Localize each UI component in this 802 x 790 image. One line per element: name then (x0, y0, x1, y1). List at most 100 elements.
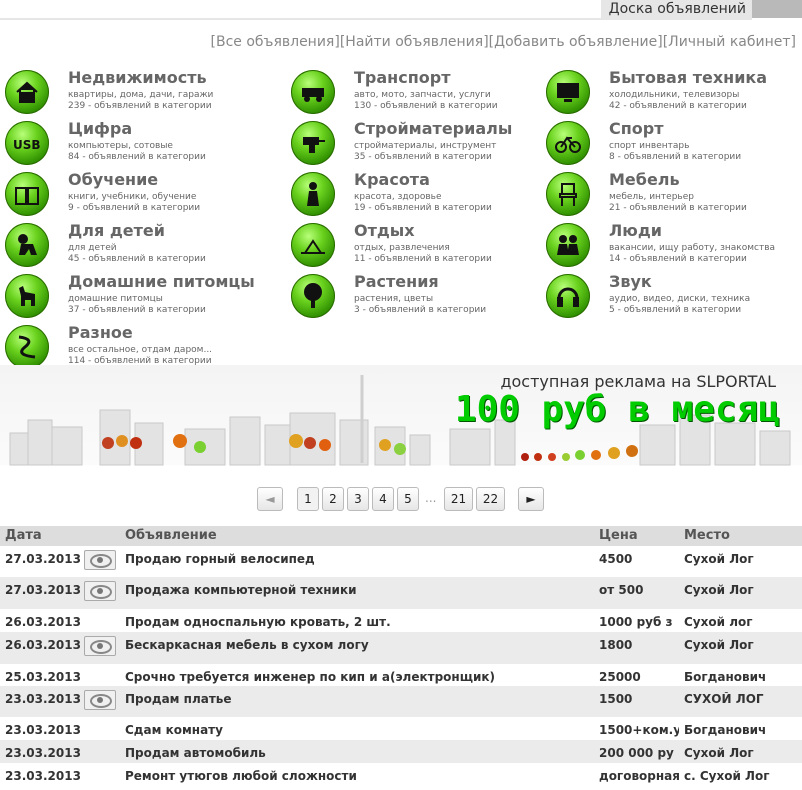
ad-title[interactable]: Продаю горный велосипед (125, 552, 595, 566)
header-price[interactable]: Цена (599, 528, 679, 543)
table-row[interactable]: 27.03.2013 Продаю горный велосипед 4500 Сух… (0, 546, 802, 577)
page-4[interactable]: 4 (372, 487, 394, 511)
category-description: квартиры, дома, дачи, гаражи (68, 90, 214, 100)
page-5[interactable]: 5 (397, 487, 419, 511)
baby-icon[interactable] (5, 223, 49, 267)
table-header: Дата Объявление Цена Место (0, 526, 802, 546)
ad-title[interactable]: Срочно требуется инженер по кип и а(элек… (125, 670, 595, 684)
headphones-icon[interactable] (546, 274, 590, 318)
ad-title[interactable]: Продам платье (125, 692, 595, 706)
table-row[interactable]: 23.03.2013 Ремонт утюгов любой сложности д… (0, 763, 802, 790)
ad-title[interactable]: Продажа компьютерной техники (125, 583, 595, 597)
category-name[interactable]: Разное (68, 323, 133, 342)
table-row[interactable]: 23.03.2013 Продам платье 1500 СУХОЙ ЛОГ (0, 686, 802, 717)
nav-add-ad[interactable]: [Добавить объявление] (489, 34, 663, 50)
category-name[interactable]: Красота (354, 170, 430, 189)
ad-date: 23.03.2013 (5, 723, 81, 737)
prev-page-button[interactable]: ◄ (257, 487, 283, 511)
top-bar: Доска объявлений (0, 0, 802, 20)
ad-date: 27.03.2013 (5, 583, 81, 597)
table-row[interactable]: 26.03.2013 Продам односпальную кровать, 2… (0, 609, 802, 632)
ad-place: Богданович (684, 670, 767, 684)
category-count: 5 - объявлений в категории (609, 305, 742, 315)
ad-title[interactable]: Ремонт утюгов любой сложности (125, 769, 595, 783)
category-description: спорт инвентарь (609, 141, 690, 151)
ad-place: Богданович (684, 723, 767, 737)
table-row[interactable]: 27.03.2013 Продажа компьютерной техники от… (0, 577, 802, 609)
page-22[interactable]: 22 (476, 487, 505, 511)
photo-eye-icon[interactable] (84, 636, 116, 656)
bicycle-icon[interactable] (546, 121, 590, 165)
category-name[interactable]: Мебель (609, 170, 680, 189)
ad-place: Сухой Лог (684, 583, 754, 597)
table-row[interactable]: 25.03.2013 Срочно требуется инженер по ки… (0, 664, 802, 686)
car-icon[interactable] (291, 70, 335, 114)
book-icon[interactable] (5, 172, 49, 216)
chair-icon[interactable] (546, 172, 590, 216)
category-description: красота, здоровье (354, 192, 442, 202)
nav-find-ads[interactable]: [Найти объявления] (340, 34, 489, 50)
category-name[interactable]: Стройматериалы (354, 119, 512, 138)
header-place[interactable]: Место (684, 528, 794, 543)
people-icon[interactable] (546, 223, 590, 267)
tv-icon[interactable] (546, 70, 590, 114)
photo-eye-icon[interactable] (84, 690, 116, 710)
nav-all-ads[interactable]: [Все объявления] (211, 34, 340, 50)
ad-place: Сухой Лог (684, 552, 754, 566)
ad-date: 23.03.2013 (5, 746, 81, 760)
table-row[interactable]: 23.03.2013 Продам автомобиль 200 000 ру Сух… (0, 740, 802, 763)
category-description: вакансии, ищу работу, знакомства (609, 243, 776, 253)
tree-icon[interactable] (291, 274, 335, 318)
beach-icon[interactable] (291, 223, 335, 267)
ad-title[interactable]: Сдам комнату (125, 723, 595, 737)
nav-cabinet[interactable]: [Личный кабинет] (663, 34, 796, 50)
house-icon[interactable] (5, 70, 49, 114)
woman-icon[interactable] (291, 172, 335, 216)
ad-place: Сухой Лог (684, 746, 754, 760)
page-21[interactable]: 21 (444, 487, 473, 511)
table-row[interactable]: 23.03.2013 Сдам комнату 1500+ком.у Богданов… (0, 717, 802, 740)
header-date[interactable]: Дата (5, 528, 85, 543)
category-count: 45 - объявлений в категории (68, 254, 206, 264)
page-3[interactable]: 3 (347, 487, 369, 511)
category-description: холодильники, телевизоры (609, 90, 740, 100)
category-name[interactable]: Цифра (68, 119, 132, 138)
category-name[interactable]: Для детей (68, 221, 165, 240)
category-name[interactable]: Звук (609, 272, 652, 291)
category-count: 8 - объявлений в категории (609, 152, 742, 162)
dog-icon[interactable] (5, 274, 49, 318)
usb-icon[interactable]: USB (5, 121, 49, 165)
ad-price: 200 000 ру (599, 746, 674, 760)
category-name[interactable]: Транспорт (354, 68, 450, 87)
category-name[interactable]: Спорт (609, 119, 664, 138)
ad-date: 26.03.2013 (5, 615, 81, 629)
drill-icon[interactable] (291, 121, 335, 165)
ads-table: Дата Объявление Цена Место 27.03.2013 Про… (0, 526, 802, 783)
category-count: 37 - объявлений в категории (68, 305, 206, 315)
category-name[interactable]: Растения (354, 272, 439, 291)
category-name[interactable]: Домашние питомцы (68, 272, 255, 291)
category-name[interactable]: Отдых (354, 221, 415, 240)
category-name[interactable]: Люди (609, 221, 662, 240)
category-name[interactable]: Недвижимость (68, 68, 207, 87)
category-description: компьютеры, сотовые (68, 141, 173, 151)
ad-banner[interactable]: доступная реклама на SLPORTAL 100 руб в … (0, 365, 802, 473)
ad-title[interactable]: Продам автомобиль (125, 746, 595, 760)
ad-title[interactable]: Бескаркасная мебель в сухом логу (125, 638, 595, 652)
page-1[interactable]: 1 (297, 487, 319, 511)
next-page-button[interactable]: ► (518, 487, 544, 511)
category-name[interactable]: Обучение (68, 170, 158, 189)
misc-icon[interactable] (5, 325, 49, 369)
pagination-ellipsis: ... (425, 491, 437, 505)
ad-title[interactable]: Продам односпальную кровать, 2 шт. (125, 615, 595, 629)
photo-eye-icon[interactable] (84, 550, 116, 570)
header-ad[interactable]: Объявление (125, 528, 595, 543)
photo-eye-icon[interactable] (84, 581, 116, 601)
table-row[interactable]: 26.03.2013 Бескаркасная мебель в сухом ло… (0, 632, 802, 664)
page-2[interactable]: 2 (322, 487, 344, 511)
category-count: 42 - объявлений в категории (609, 101, 747, 111)
ad-date: 27.03.2013 (5, 552, 81, 566)
ad-place: Сухой Лог (684, 638, 754, 652)
category-name[interactable]: Бытовая техника (609, 68, 767, 87)
banner-price: 100 руб в месяц (454, 389, 780, 430)
